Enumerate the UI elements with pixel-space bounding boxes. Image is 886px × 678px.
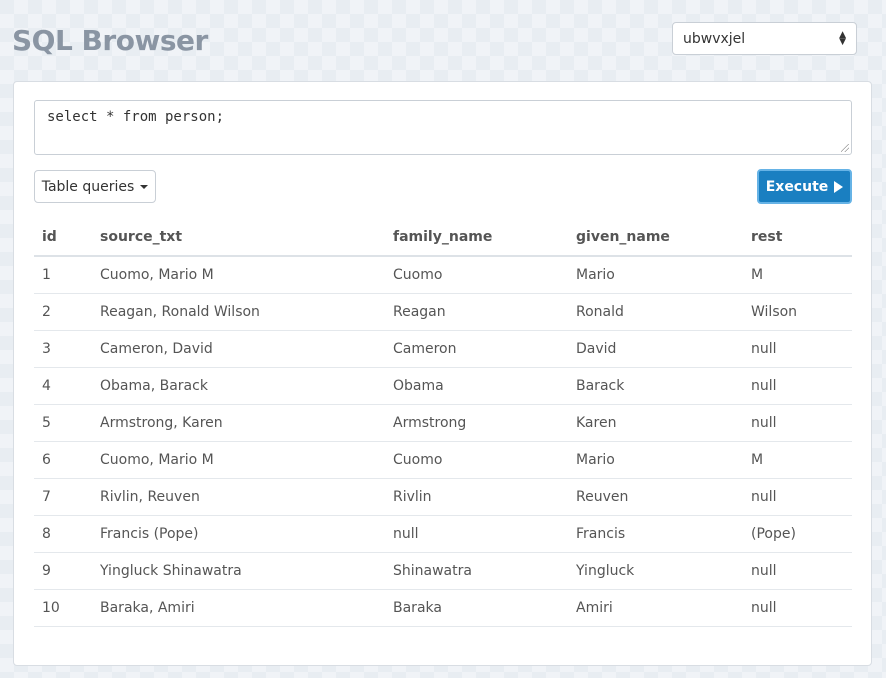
- table-row: 1 Cuomo, Mario M Cuomo Mario M: [34, 256, 852, 294]
- table-row: 7 Rivlin, Reuven Rivlin Reuven null: [34, 478, 852, 516]
- results-table: id source_txt family_name given_name res…: [34, 218, 852, 627]
- query-panel: select * from person; Table queries Exec…: [13, 81, 872, 666]
- table-row: 4 Obama, Barack Obama Barack null: [34, 367, 852, 405]
- cell-family-name: Cameron: [385, 330, 568, 368]
- database-select-value: ubwvxjel: [683, 30, 746, 47]
- table-row: 3 Cameron, David Cameron David null: [34, 330, 852, 368]
- resize-grip-icon[interactable]: [841, 144, 849, 152]
- results-header-row: id source_txt family_name given_name res…: [34, 218, 852, 257]
- cell-family-name: Cuomo: [385, 441, 568, 479]
- cell-id: 4: [34, 367, 92, 405]
- cell-family-name: Rivlin: [385, 478, 568, 516]
- cell-id: 2: [34, 293, 92, 331]
- cell-given-name: Karen: [568, 404, 743, 442]
- cell-rest: null: [743, 478, 852, 516]
- cell-id: 7: [34, 478, 92, 516]
- cell-rest: null: [743, 552, 852, 590]
- database-select[interactable]: ubwvxjel ▲ ▼: [672, 22, 857, 55]
- cell-rest: (Pope): [743, 515, 852, 553]
- cell-family-name: Armstrong: [385, 404, 568, 442]
- cell-source-txt: Rivlin, Reuven: [92, 478, 385, 516]
- cell-family-name: Cuomo: [385, 256, 568, 294]
- table-queries-dropdown-button[interactable]: Table queries: [34, 170, 156, 203]
- cell-given-name: Francis: [568, 515, 743, 553]
- cell-source-txt: Cuomo, Mario M: [92, 441, 385, 479]
- cell-id: 5: [34, 404, 92, 442]
- table-row: 6 Cuomo, Mario M Cuomo Mario M: [34, 441, 852, 479]
- cell-id: 10: [34, 589, 92, 627]
- cell-source-txt: Francis (Pope): [92, 515, 385, 553]
- cell-source-txt: Baraka, Amiri: [92, 589, 385, 627]
- column-header-source-txt[interactable]: source_txt: [92, 218, 385, 257]
- column-header-given-name[interactable]: given_name: [568, 218, 743, 257]
- cell-id: 3: [34, 330, 92, 368]
- caret-down-icon: [140, 184, 149, 189]
- app-title: SQL Browser: [12, 24, 208, 57]
- table-row: 5 Armstrong, Karen Armstrong Karen null: [34, 404, 852, 442]
- cell-given-name: Mario: [568, 256, 743, 294]
- cell-family-name: Obama: [385, 367, 568, 405]
- column-header-id[interactable]: id: [34, 218, 92, 257]
- cell-family-name: Reagan: [385, 293, 568, 331]
- cell-family-name: Baraka: [385, 589, 568, 627]
- execute-button[interactable]: Execute: [757, 169, 852, 204]
- table-row: 8 Francis (Pope) null Francis (Pope): [34, 515, 852, 553]
- cell-rest: null: [743, 589, 852, 627]
- cell-given-name: David: [568, 330, 743, 368]
- cell-family-name: Shinawatra: [385, 552, 568, 590]
- cell-given-name: Amiri: [568, 589, 743, 627]
- cell-rest: M: [743, 256, 852, 294]
- column-header-rest[interactable]: rest: [743, 218, 852, 257]
- table-row: 2 Reagan, Ronald Wilson Reagan Ronald Wi…: [34, 293, 852, 331]
- cell-source-txt: Cameron, David: [92, 330, 385, 368]
- cell-source-txt: Obama, Barack: [92, 367, 385, 405]
- cell-source-txt: Yingluck Shinawatra: [92, 552, 385, 590]
- cell-id: 1: [34, 256, 92, 294]
- cell-source-txt: Cuomo, Mario M: [92, 256, 385, 294]
- table-row: 10 Baraka, Amiri Baraka Amiri null: [34, 589, 852, 627]
- cell-given-name: Barack: [568, 367, 743, 405]
- execute-label: Execute: [765, 178, 829, 195]
- cell-rest: Wilson: [743, 293, 852, 331]
- query-text: select * from person;: [47, 109, 225, 125]
- cell-given-name: Ronald: [568, 293, 743, 331]
- cell-rest: M: [743, 441, 852, 479]
- cell-rest: null: [743, 330, 852, 368]
- cell-id: 9: [34, 552, 92, 590]
- cell-id: 6: [34, 441, 92, 479]
- cell-id: 8: [34, 515, 92, 553]
- select-arrows-icon: ▲ ▼: [839, 29, 846, 47]
- cell-rest: null: [743, 404, 852, 442]
- cell-rest: null: [743, 367, 852, 405]
- column-header-family-name[interactable]: family_name: [385, 218, 568, 257]
- table-row: 9 Yingluck Shinawatra Shinawatra Yingluc…: [34, 552, 852, 590]
- cell-given-name: Reuven: [568, 478, 743, 516]
- cell-source-txt: Armstrong, Karen: [92, 404, 385, 442]
- play-icon: [834, 180, 844, 193]
- cell-given-name: Yingluck: [568, 552, 743, 590]
- table-queries-label: Table queries: [41, 178, 135, 195]
- cell-given-name: Mario: [568, 441, 743, 479]
- cell-source-txt: Reagan, Ronald Wilson: [92, 293, 385, 331]
- cell-family-name: null: [385, 515, 568, 553]
- query-textarea[interactable]: select * from person;: [34, 100, 852, 155]
